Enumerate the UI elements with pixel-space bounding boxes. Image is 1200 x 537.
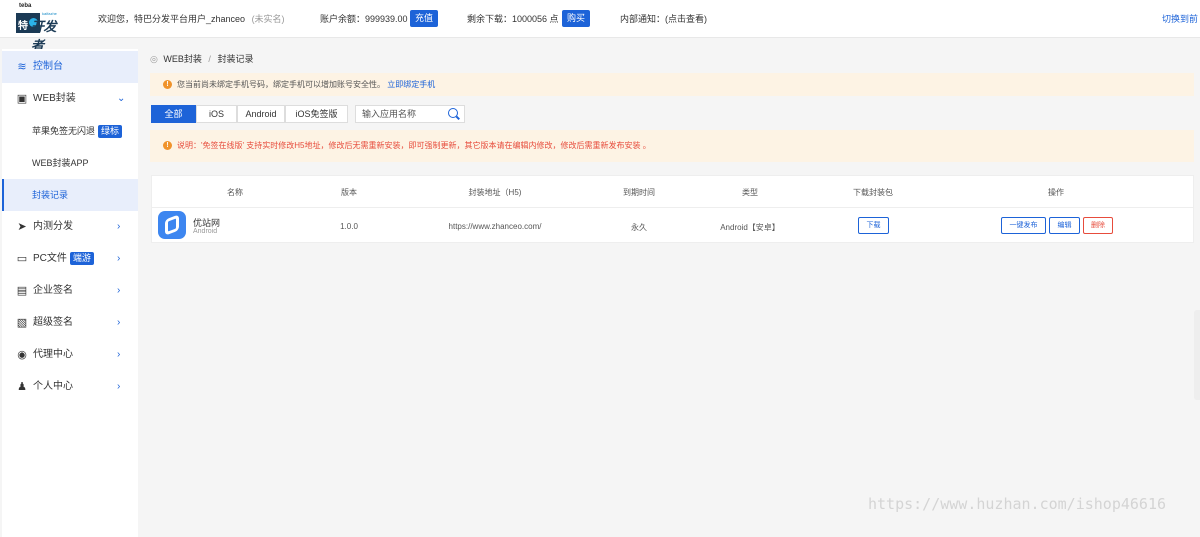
welcome-text: 欢迎您，特巴分发平台用户_zhanceo (未实名)	[98, 12, 285, 26]
user-icon: ♟	[17, 381, 27, 393]
sidebar-item-label: 个人中心	[33, 381, 73, 392]
breadcrumb-root[interactable]: WEB封装	[163, 54, 202, 64]
phone-alert-text: 您当前尚未绑定手机号码，绑定手机可以增加账号安全性。	[177, 80, 385, 89]
chevron-right-icon: ›	[117, 285, 121, 296]
breadcrumb-current: 封装记录	[217, 54, 254, 64]
delete-button[interactable]: 删除	[1083, 217, 1113, 234]
sidebar-item-label: 代理中心	[33, 349, 73, 360]
sidebar-item-label: 超级签名	[33, 317, 73, 328]
document-icon: ▧	[16, 317, 28, 329]
recharge-button[interactable]: 充值	[410, 10, 439, 27]
pc-game-badge: 端游	[69, 252, 94, 265]
header-divider	[152, 207, 1193, 208]
notice-link[interactable]: 内部通知：(点击查看)	[620, 12, 707, 26]
clipboard-icon: ▤	[16, 285, 28, 297]
breadcrumb-separator: /	[208, 54, 211, 64]
chevron-right-icon: ›	[117, 317, 121, 328]
layers-icon: ≋	[17, 61, 27, 73]
switch-link[interactable]: 切换到前	[1162, 12, 1198, 26]
column-header-url: 封装地址（H5)	[468, 188, 522, 197]
downloads-text: 剩余下载：1000056 点	[467, 14, 559, 24]
search-icon[interactable]	[448, 108, 458, 118]
app-icon	[158, 211, 186, 239]
sidebar: ≋ 控制台 ▣ WEB封装 ⌄ 苹果免签无闪退 绿标 WEB封装APP 封装记录 …	[2, 49, 138, 537]
note-alert-text: 说明：'免签在线版' 支持实时修改H5地址，修改后无需重新安装，即可强制更新，其…	[177, 141, 651, 150]
app-root: teba kaifazhe 特 开发者 欢迎您，特巴分发平台用户_zhanceo…	[0, 0, 1200, 537]
logo-small-text: teba	[19, 3, 32, 9]
tab-ios-signless[interactable]: iOS免签版	[285, 105, 348, 123]
location-icon: ◎	[150, 54, 158, 64]
logo[interactable]: teba kaifazhe 特 开发者	[16, 3, 64, 53]
publish-button[interactable]: 一键发布	[1001, 217, 1046, 234]
sidebar-item-label: PC文件	[33, 253, 67, 264]
warning-icon: !	[163, 80, 172, 89]
search-box	[355, 105, 465, 123]
green-label-badge: 绿标	[98, 125, 123, 138]
app-platform: Android	[193, 228, 218, 235]
sidebar-item-enterprise-sign[interactable]: ▤ 企业签名 ›	[2, 275, 138, 307]
sidebar-item-label: 内测分发	[33, 221, 73, 232]
balance-text: 账户余额：999939.00	[320, 14, 408, 24]
search-input[interactable]	[362, 107, 442, 121]
side-scroll-handle[interactable]	[1194, 310, 1200, 400]
column-header-version: 版本	[341, 188, 357, 197]
agent-icon: ◉	[17, 349, 27, 361]
welcome-user: 欢迎您，特巴分发平台用户_zhanceo	[98, 14, 246, 24]
note-alert: ! 说明：'免签在线版' 支持实时修改H5地址，修改后无需重新安装，即可强制更新…	[150, 130, 1194, 162]
chevron-down-icon: ⌄	[117, 93, 126, 104]
watermark-text: https://www.huzhan.com/ishop46616	[868, 495, 1167, 513]
box-icon: ▣	[16, 93, 28, 105]
send-icon: ➤	[17, 221, 27, 233]
sidebar-subitem-label: WEB封装APP	[32, 158, 89, 168]
sidebar-subitem-web-app[interactable]: WEB封装APP	[2, 147, 138, 179]
sidebar-item-console[interactable]: ≋ 控制台	[2, 51, 138, 83]
sidebar-item-personal[interactable]: ♟ 个人中心 ›	[2, 371, 138, 403]
app-url[interactable]: https://www.zhanceo.com/	[449, 222, 542, 231]
chevron-right-icon: ›	[117, 253, 121, 264]
chevron-right-icon: ›	[117, 381, 121, 392]
sidebar-item-label: WEB封装	[33, 93, 76, 104]
download-button[interactable]: 下载	[858, 217, 889, 234]
column-header-name: 名称	[227, 188, 243, 197]
edit-button[interactable]: 编辑	[1049, 217, 1080, 234]
phone-alert: ! 您当前尚未绑定手机号码，绑定手机可以增加账号安全性。 立即绑定手机	[150, 73, 1194, 96]
verify-status[interactable]: (未实名)	[252, 14, 285, 24]
sidebar-item-beta[interactable]: ➤ 内测分发 ›	[2, 211, 138, 243]
sidebar-item-web-wrap[interactable]: ▣ WEB封装 ⌄	[2, 83, 138, 115]
column-header-download: 下载封装包	[853, 188, 893, 197]
desktop-icon: ▭	[16, 253, 28, 265]
sidebar-subitem-label: 封装记录	[32, 190, 69, 200]
sidebar-item-label: 企业签名	[33, 285, 73, 296]
column-header-type: 类型	[742, 188, 758, 197]
bind-phone-link[interactable]: 立即绑定手机	[387, 80, 435, 89]
chevron-right-icon: ›	[117, 349, 121, 360]
tab-android[interactable]: Android	[237, 105, 285, 123]
app-version: 1.0.0	[340, 222, 358, 231]
tab-all[interactable]: 全部	[151, 105, 196, 123]
logo-char: 特	[18, 21, 28, 32]
sidebar-subitem-apple-signless[interactable]: 苹果免签无闪退 绿标	[2, 115, 138, 147]
top-bar: teba kaifazhe 特 开发者 欢迎您，特巴分发平台用户_zhanceo…	[0, 0, 1200, 53]
sidebar-item-pc-files[interactable]: ▭ PC文件 端游 ›	[2, 243, 138, 275]
sidebar-subitem-wrap-records[interactable]: 封装记录	[2, 179, 138, 211]
sidebar-subitem-label: 苹果免签无闪退	[32, 126, 96, 136]
sidebar-item-agent[interactable]: ◉ 代理中心 ›	[2, 339, 138, 371]
buy-button[interactable]: 购买	[562, 10, 591, 27]
chevron-right-icon: ›	[117, 221, 121, 232]
sidebar-item-label: 控制台	[33, 61, 63, 72]
app-type: Android【安卓】	[720, 223, 780, 232]
tab-ios[interactable]: iOS	[196, 105, 237, 123]
column-header-actions: 操作	[1048, 188, 1064, 197]
breadcrumb: ◎ WEB封装 / 封装记录	[150, 52, 253, 65]
warning-icon: !	[163, 141, 172, 150]
column-header-expiry: 到期时间	[623, 188, 655, 197]
app-expiry: 永久	[631, 223, 647, 232]
sidebar-item-super-sign[interactable]: ▧ 超级签名 ›	[2, 307, 138, 339]
records-table: 名称 版本 封装地址（H5) 到期时间 类型 下载封装包 操作 优站网 Andr…	[151, 175, 1194, 243]
